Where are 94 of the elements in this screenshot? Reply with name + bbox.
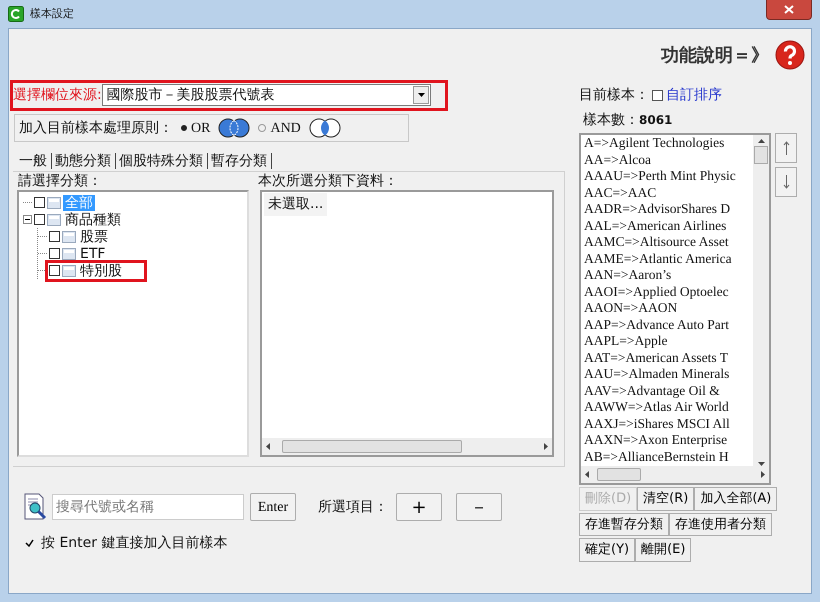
folder-icon — [47, 196, 61, 208]
list-item[interactable]: AAAU=>Perth Mint Physic — [584, 168, 753, 184]
scroll-left-icon — [585, 471, 589, 478]
count-label: 樣本數： — [583, 112, 639, 128]
close-button[interactable] — [766, 0, 812, 20]
close-icon — [784, 5, 794, 14]
list-item[interactable]: 未選取... — [264, 193, 328, 216]
venn-icon — [218, 118, 250, 138]
field-label: 選擇欄位來源: — [13, 86, 102, 104]
list-item[interactable]: AAPL=>Apple — [584, 333, 753, 350]
list-item[interactable]: AAN=>Aaron’s — [584, 267, 753, 284]
check-icon — [25, 539, 34, 548]
radio-option[interactable]: AND — [258, 118, 301, 138]
scroll-right-icon — [761, 471, 765, 478]
checkbox[interactable] — [49, 265, 60, 276]
tab[interactable]: 個股特殊分類 — [116, 153, 208, 169]
dropdown-value: 國際股市－美股股票代號表 — [106, 86, 275, 104]
help-icon[interactable] — [775, 40, 805, 70]
sort-link[interactable]: 自訂排序 — [666, 85, 722, 106]
action-button[interactable]: 存進暫存分類 — [579, 512, 669, 536]
scroll-thumb[interactable] — [754, 146, 768, 164]
list-item[interactable]: AA=>Alcoa — [584, 152, 753, 168]
tree-node[interactable]: 特別股 — [78, 262, 124, 278]
list-item[interactable]: AAOI=>Applied Optoelec — [584, 284, 753, 300]
checkbox[interactable] — [652, 90, 663, 101]
folder-icon — [62, 230, 76, 242]
tree-node[interactable]: 股票 — [78, 228, 110, 244]
checkbox[interactable] — [24, 538, 35, 549]
tree-connector-icon — [38, 253, 47, 254]
venn-icon — [308, 118, 341, 138]
add-button[interactable]: + — [396, 493, 442, 521]
count-value: 8061 — [639, 113, 672, 127]
list-item[interactable]: AAXN=>Axon Enterprise — [584, 432, 753, 448]
scrollbar[interactable] — [753, 135, 769, 466]
app-icon — [8, 6, 24, 22]
source-dropdown[interactable]: 國際股市－美股股票代號表 — [102, 84, 431, 106]
folder-icon — [62, 264, 76, 276]
tab[interactable]: 一般 — [16, 153, 52, 169]
checkbox[interactable] — [34, 197, 45, 208]
scroll-right-icon — [544, 443, 548, 450]
list-item[interactable]: AAON=>AAON — [584, 300, 753, 316]
dropdown-arrow-icon — [418, 93, 424, 97]
pane-label: 請選擇分類： — [17, 172, 103, 190]
checkbox[interactable] — [49, 248, 60, 259]
list-item[interactable]: AAME=>Atlantic America — [584, 250, 753, 267]
list-item[interactable]: AAP=>Advance Auto Part — [584, 316, 753, 333]
radio-option[interactable]: OR — [181, 118, 210, 138]
list-item[interactable]: AAMC=>Altisource Asset — [584, 234, 753, 250]
folder-icon — [62, 248, 76, 260]
enter-button[interactable]: Enter — [250, 493, 296, 521]
scroll-left-icon — [266, 443, 270, 450]
checkbox[interactable] — [49, 231, 60, 242]
scrollbar[interactable] — [262, 438, 552, 455]
help-label: 功能說明＝》 — [661, 44, 769, 68]
group-label: 加入目前樣本處理原則： — [19, 118, 173, 138]
list-item[interactable]: AAV=>Advantage Oil & — [584, 382, 753, 399]
scrollbar[interactable] — [581, 466, 769, 483]
tree-node[interactable]: ETF — [78, 246, 108, 262]
action-button[interactable]: 確定(Y) — [579, 538, 636, 562]
expander-icon[interactable] — [23, 215, 32, 224]
list-item[interactable]: A=>Agilent Technologies — [584, 135, 753, 152]
search-document-icon — [22, 493, 48, 521]
scroll-thumb[interactable] — [597, 468, 641, 481]
down-arrow-icon — [782, 175, 790, 189]
checkbox-label: 按 Enter 鍵直接加入目前樣本 — [41, 534, 228, 553]
checkbox[interactable] — [34, 214, 45, 225]
tab[interactable]: 暫存分類 — [208, 153, 272, 169]
list-item[interactable]: AAU=>Almaden Minerals — [584, 366, 753, 382]
action-button[interactable]: 清空(R) — [637, 487, 694, 510]
action-button[interactable]: 存進使用者分類 — [669, 512, 772, 536]
folder-icon — [47, 214, 61, 226]
scroll-up-icon — [758, 139, 764, 143]
move-up-button[interactable] — [775, 133, 797, 163]
scroll-thumb[interactable] — [282, 440, 462, 453]
list-item[interactable]: AAWW=>Atlas Air World — [584, 399, 753, 416]
list-item[interactable]: AADR=>AdvisorShares D — [584, 201, 753, 218]
field-label: 所選項目： — [318, 498, 388, 516]
action-button[interactable]: 加入全部(A) — [694, 487, 778, 510]
search-field[interactable]: 搜尋代號或名稱 — [52, 494, 244, 520]
list-item[interactable]: AAXJ=>iShares MSCI All — [584, 416, 753, 432]
tree-connector-icon — [23, 202, 32, 203]
list-item[interactable]: AB=>AllianceBernstein H — [584, 448, 753, 465]
field-label: 目前樣本： — [579, 86, 649, 105]
list-item[interactable]: AAC=>AAC — [584, 184, 753, 201]
pane-label: 本次所選分類下資料： — [258, 172, 398, 190]
tab[interactable]: 動態分類 — [52, 153, 116, 169]
list-item[interactable]: AAL=>American Airlines — [584, 218, 753, 234]
window-title: 樣本設定 — [30, 6, 74, 22]
remove-button[interactable]: － — [456, 493, 502, 521]
list-item[interactable]: AAT=>American Assets T — [584, 350, 753, 366]
up-arrow-icon — [782, 141, 790, 155]
move-down-button[interactable] — [775, 167, 797, 197]
action-button[interactable]: 離開(E) — [635, 538, 692, 562]
tree-node[interactable]: 商品種類 — [63, 212, 123, 228]
